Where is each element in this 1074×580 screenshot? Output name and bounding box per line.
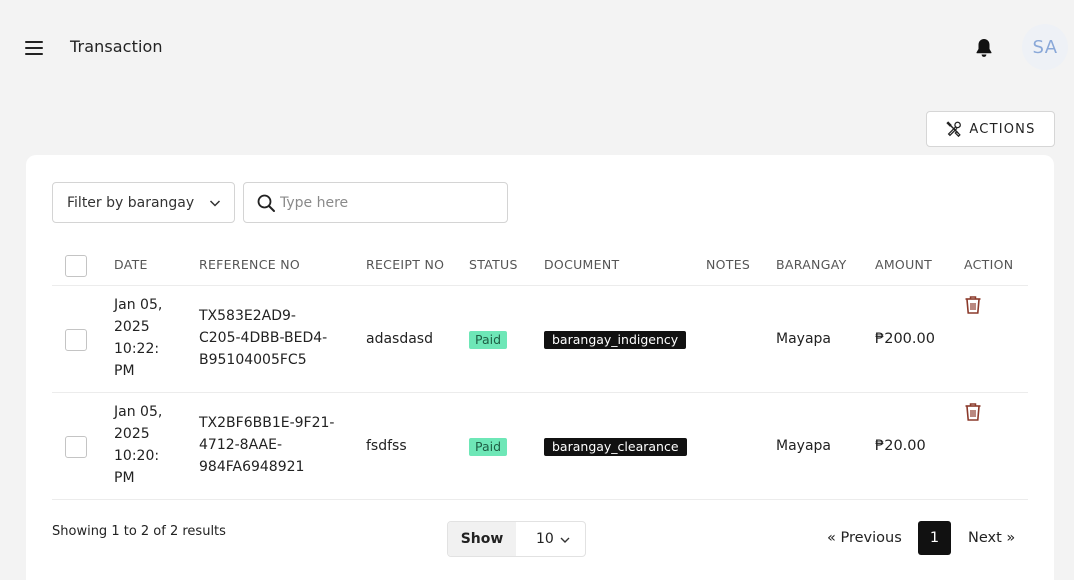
barangay-filter-select[interactable]: Filter by barangay	[52, 182, 235, 223]
row-receipt: adasdasd	[366, 331, 433, 347]
column-header-receipt: RECEIPT NO	[366, 257, 445, 272]
status-badge: Paid	[469, 438, 508, 456]
bell-icon[interactable]	[972, 36, 996, 60]
column-header-reference: REFERENCE NO	[199, 257, 300, 272]
row-barangay: Mayapa	[776, 331, 831, 347]
search-box	[243, 182, 508, 223]
date-line: PM	[114, 470, 135, 486]
chevron-down-icon	[209, 200, 221, 207]
row-date: Jan 05, 2025 10:22: PM	[114, 294, 184, 382]
reference-line: C205-4DBB-BED4-	[199, 330, 328, 346]
date-line: Jan 05,	[114, 404, 163, 420]
reference-line: B95104005FC5	[199, 352, 307, 368]
table-row: Jan 05, 2025 10:20: PM TX2BF6BB1E-9F21- …	[52, 393, 1028, 500]
table-row: Jan 05, 2025 10:22: PM TX583E2AD9- C205-…	[52, 286, 1028, 393]
status-badge: Paid	[469, 331, 508, 349]
search-icon	[257, 194, 275, 212]
wrench-screwdriver-icon	[946, 121, 962, 138]
transactions-table: DATE REFERENCE NO RECEIPT NO STATUS DOCU…	[52, 245, 1028, 500]
actions-button[interactable]: ACTIONS	[926, 111, 1055, 147]
document-badge: barangay_clearance	[544, 438, 687, 456]
row-reference: TX2BF6BB1E-9F21- 4712-8AAE- 984FA6948921	[199, 412, 349, 478]
reference-line: TX583E2AD9-	[199, 308, 296, 324]
column-header-barangay: BARANGAY	[776, 257, 847, 272]
page-title: Transaction	[70, 37, 163, 56]
row-amount: ₱20.00	[875, 438, 926, 454]
avatar[interactable]: SA	[1022, 24, 1068, 70]
row-amount: ₱200.00	[875, 331, 935, 347]
next-page-button[interactable]: Next »	[968, 521, 1015, 555]
column-header-notes: NOTES	[706, 257, 751, 272]
row-date: Jan 05, 2025 10:20: PM	[114, 401, 184, 489]
page-size-select[interactable]: 10	[516, 522, 585, 556]
column-header-status: STATUS	[469, 257, 518, 272]
transactions-card: Filter by barangay DATE REFERENCE NO REC…	[26, 155, 1054, 580]
page-size-control: Show 10	[447, 521, 586, 557]
trash-icon[interactable]	[964, 402, 982, 422]
date-line: 10:20:	[114, 448, 160, 464]
date-line: Jan 05,	[114, 297, 163, 313]
show-label: Show	[448, 522, 516, 556]
row-checkbox[interactable]	[65, 329, 87, 351]
chevron-down-icon	[560, 537, 570, 543]
date-line: PM	[114, 363, 135, 379]
search-input[interactable]	[280, 189, 500, 217]
results-summary: Showing 1 to 2 of 2 results	[52, 524, 226, 539]
table-header-row: DATE REFERENCE NO RECEIPT NO STATUS DOCU…	[52, 245, 1028, 286]
trash-icon[interactable]	[964, 295, 982, 315]
document-badge: barangay_indigency	[544, 331, 687, 349]
row-checkbox[interactable]	[65, 436, 87, 458]
column-header-action: ACTION	[964, 257, 1014, 272]
row-reference: TX583E2AD9- C205-4DBB-BED4- B95104005FC5	[199, 305, 349, 371]
column-header-date: DATE	[114, 257, 148, 272]
row-barangay: Mayapa	[776, 438, 831, 454]
column-header-document: DOCUMENT	[544, 257, 620, 272]
reference-line: TX2BF6BB1E-9F21-	[199, 415, 335, 431]
barangay-filter-value: Filter by barangay	[67, 194, 195, 211]
actions-label: ACTIONS	[969, 121, 1036, 137]
page-size-value: 10	[536, 531, 554, 547]
column-header-amount: AMOUNT	[875, 257, 933, 272]
reference-line: 984FA6948921	[199, 459, 305, 475]
row-receipt: fsdfss	[366, 438, 407, 454]
date-line: 2025	[114, 319, 150, 335]
reference-line: 4712-8AAE-	[199, 437, 283, 453]
previous-page-button[interactable]: « Previous	[827, 521, 902, 555]
date-line: 10:22:	[114, 341, 160, 357]
date-line: 2025	[114, 426, 150, 442]
page-1-button[interactable]: 1	[918, 521, 951, 555]
select-all-checkbox[interactable]	[65, 255, 87, 277]
hamburger-menu-icon[interactable]	[24, 38, 46, 58]
top-bar: Transaction SA	[0, 0, 1074, 96]
